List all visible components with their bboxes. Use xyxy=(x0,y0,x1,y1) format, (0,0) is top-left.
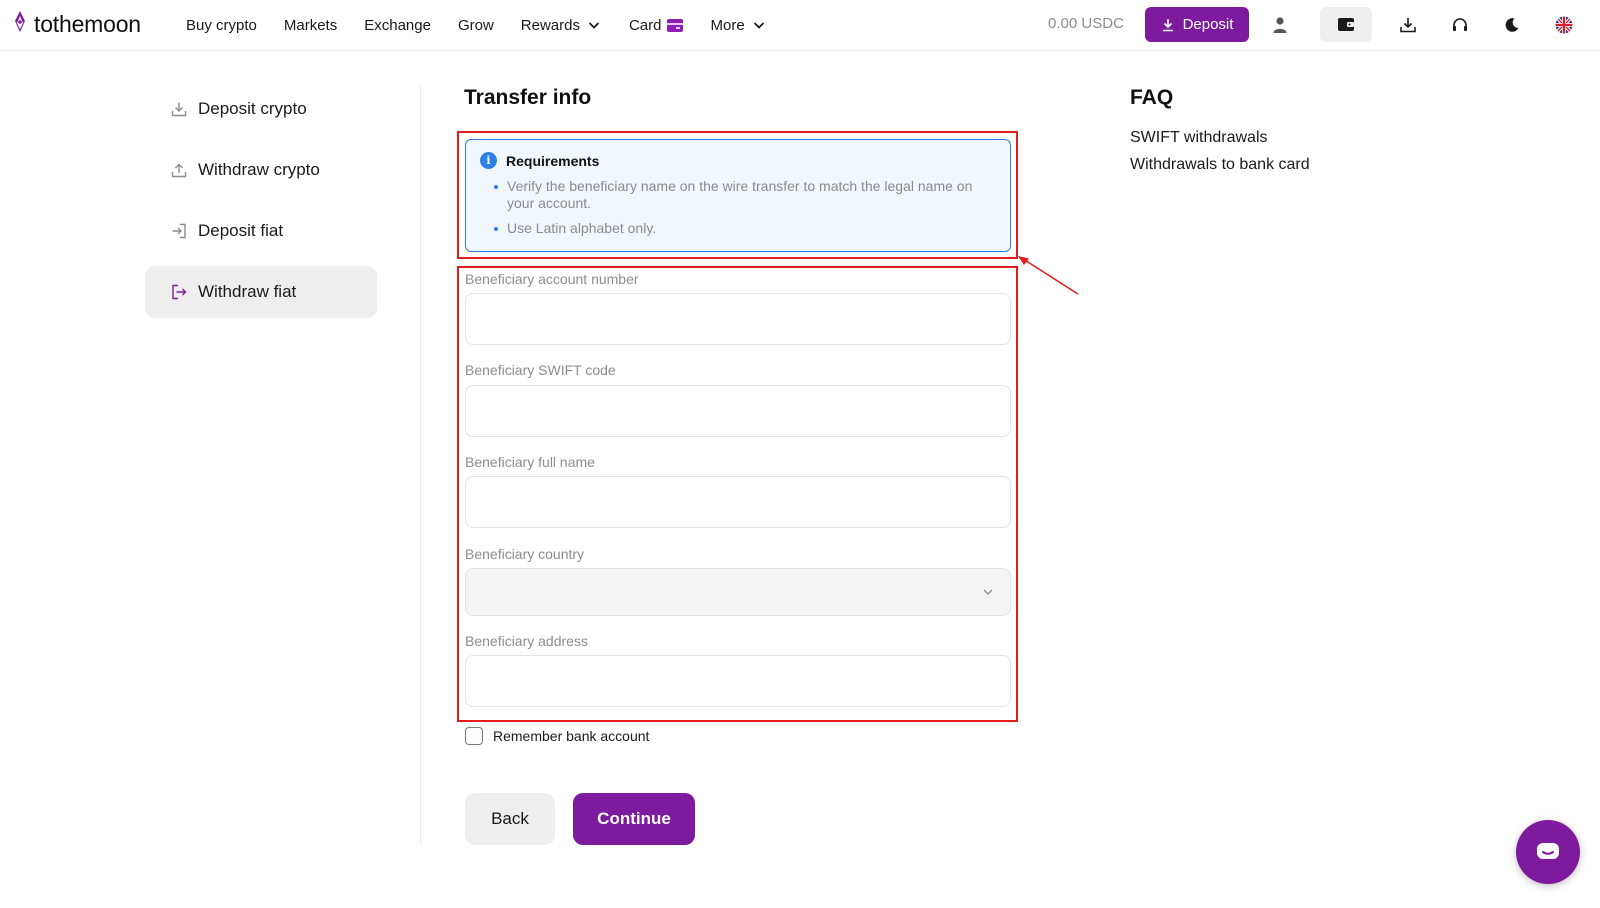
nav-more-label: More xyxy=(710,16,745,34)
continue-button[interactable]: Continue xyxy=(573,793,695,845)
chevron-down-icon xyxy=(753,22,764,29)
chevron-down-icon xyxy=(588,22,600,29)
sidebar-item-deposit-crypto[interactable]: Deposit crypto xyxy=(145,83,377,135)
sidebar-item-label: Withdraw crypto xyxy=(198,160,320,179)
chat-icon xyxy=(1537,843,1559,859)
logout-icon xyxy=(170,283,188,301)
nav-rewards[interactable]: Rewards xyxy=(521,17,602,34)
nav-card-label: Card xyxy=(628,16,662,34)
faq-title: FAQ xyxy=(1130,86,1174,109)
page-title: Transfer info xyxy=(464,86,592,109)
balance-display: 0.00 USDC xyxy=(1048,15,1124,32)
login-icon xyxy=(170,222,188,240)
sidebar-divider xyxy=(420,86,421,844)
chat-support-button[interactable] xyxy=(1516,820,1580,884)
sidebar: Deposit crypto Withdraw crypto Deposit f… xyxy=(145,83,377,327)
deposit-button-label: Deposit xyxy=(1182,16,1234,33)
sidebar-item-withdraw-fiat[interactable]: Withdraw fiat xyxy=(145,266,377,318)
nav-exchange[interactable]: Exchange xyxy=(364,17,431,34)
nav-card[interactable]: Card xyxy=(629,17,684,34)
remember-label: Remember bank account xyxy=(493,728,650,744)
brand-name: tothemoon xyxy=(34,11,141,37)
user-icon[interactable] xyxy=(1264,9,1296,41)
sidebar-item-label: Deposit crypto xyxy=(198,99,307,118)
remember-checkbox[interactable] xyxy=(465,727,483,745)
wallet-icon[interactable] xyxy=(1320,7,1372,42)
main-nav: Buy crypto Markets Exchange Grow Rewards… xyxy=(186,0,794,50)
sidebar-item-label: Deposit fiat xyxy=(198,221,284,240)
back-button[interactable]: Back xyxy=(465,793,555,845)
rocket-logo-icon xyxy=(12,10,28,39)
logo[interactable]: tothemoon xyxy=(12,10,141,39)
nav-more[interactable]: More xyxy=(710,17,766,34)
sidebar-item-label: Withdraw fiat xyxy=(198,282,297,301)
sidebar-item-withdraw-crypto[interactable]: Withdraw crypto xyxy=(145,144,377,196)
faq-link-swift-withdrawals[interactable]: SWIFT withdrawals xyxy=(1130,129,1268,147)
nav-markets[interactable]: Markets xyxy=(284,17,337,34)
download-icon xyxy=(170,100,188,118)
download-icon xyxy=(1162,18,1173,31)
annotation-arrow xyxy=(1018,256,1079,295)
sidebar-item-deposit-fiat[interactable]: Deposit fiat xyxy=(145,205,377,257)
annotation-highlight-fields xyxy=(457,266,1018,722)
remember-bank-account[interactable]: Remember bank account xyxy=(465,727,649,745)
credit-card-icon xyxy=(667,18,684,32)
nav-buy-crypto[interactable]: Buy crypto xyxy=(186,17,257,34)
deposit-button[interactable]: Deposit xyxy=(1145,7,1249,42)
uk-flag-icon[interactable] xyxy=(1548,9,1580,41)
nav-rewards-label: Rewards xyxy=(520,16,580,34)
nav-grow[interactable]: Grow xyxy=(458,17,494,34)
moon-icon[interactable] xyxy=(1496,9,1528,41)
annotation-highlight-requirements xyxy=(457,131,1018,259)
faq-link-bank-card-withdrawals[interactable]: Withdrawals to bank card xyxy=(1130,156,1310,174)
headset-icon[interactable] xyxy=(1444,9,1476,41)
download-icon[interactable] xyxy=(1392,9,1424,41)
upload-icon xyxy=(170,161,188,179)
top-navigation-bar: tothemoon Buy crypto Markets Exchange Gr… xyxy=(0,0,1600,51)
